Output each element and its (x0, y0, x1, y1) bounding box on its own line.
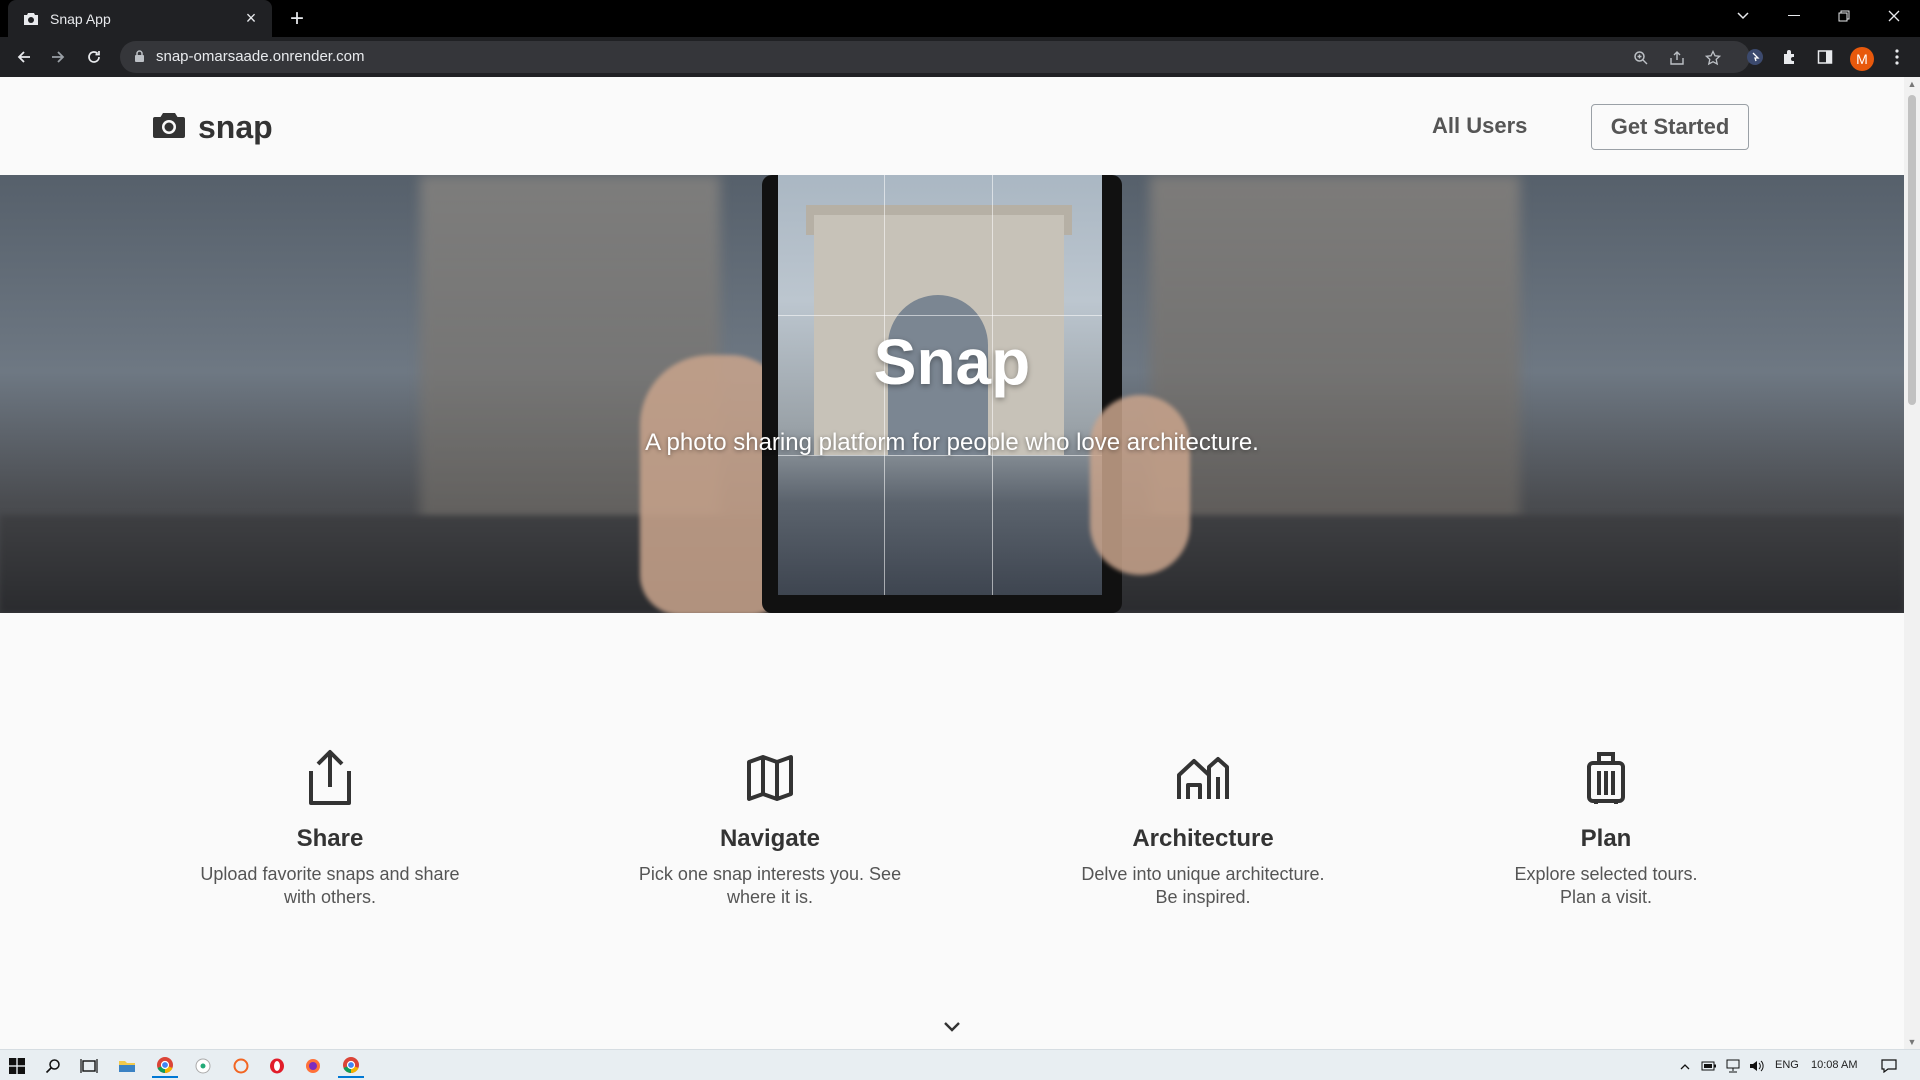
camera-icon (152, 111, 186, 144)
opera-icon[interactable] (264, 1054, 290, 1078)
share-icon (150, 747, 510, 809)
feature-description: Delve into unique architecture. Be inspi… (1081, 864, 1325, 907)
volume-icon[interactable] (1744, 1054, 1770, 1078)
brave-icon[interactable] (228, 1054, 254, 1078)
chrome-taskbar-icon[interactable] (152, 1054, 178, 1078)
lock-icon[interactable] (134, 50, 145, 68)
chrome-profile-taskbar-icon[interactable] (338, 1054, 364, 1078)
scroll-down-chevron-icon[interactable] (940, 1017, 964, 1037)
browser-tab[interactable]: Snap App × (8, 0, 272, 37)
language-indicator[interactable]: ENG (1775, 1059, 1799, 1071)
get-started-button[interactable]: Get Started (1591, 104, 1749, 150)
logo-text: snap (198, 109, 273, 145)
tab-title: Snap App (50, 10, 111, 27)
scrollbar-thumb[interactable] (1908, 95, 1916, 405)
close-window-button[interactable] (1872, 0, 1916, 32)
address-bar[interactable]: snap-omarsaade.onrender.com (120, 41, 1750, 73)
hero-title: Snap (873, 326, 1031, 398)
hero-subtitle: A photo sharing platform for people who … (645, 429, 1259, 456)
extension-icon[interactable] (1744, 46, 1766, 68)
camera-favicon-icon (22, 10, 40, 28)
buildings-icon (1023, 747, 1383, 809)
tab-close-icon[interactable]: × (240, 8, 262, 30)
firefox-icon[interactable] (300, 1054, 326, 1078)
page-scrollbar[interactable]: ▲ ▼ (1904, 77, 1920, 1049)
site-logo[interactable]: snap (152, 109, 273, 146)
browser-tab-strip: Snap App × + (0, 0, 1920, 37)
windows-start-icon[interactable] (4, 1054, 30, 1078)
reload-button[interactable] (80, 43, 108, 71)
suitcase-icon (1426, 747, 1786, 809)
tab-search-icon[interactable] (1721, 0, 1765, 32)
side-panel-icon[interactable] (1814, 46, 1836, 68)
feature-description: Explore selected tours. Plan a visit. (1514, 864, 1698, 907)
feature-architecture: Architecture Delve into unique architect… (1023, 747, 1383, 909)
feature-navigate: Navigate Pick one snap interests you. Se… (590, 747, 950, 909)
clock[interactable]: 10:08 AM (1811, 1059, 1857, 1071)
scroll-up-arrow[interactable]: ▲ (1908, 79, 1917, 89)
feature-description: Pick one snap interests you. See where i… (638, 864, 902, 907)
scroll-down-arrow[interactable]: ▼ (1908, 1037, 1917, 1047)
feature-description: Upload favorite snaps and share with oth… (200, 864, 460, 907)
restore-button[interactable] (1822, 0, 1866, 32)
file-explorer-icon[interactable] (114, 1054, 140, 1078)
hero-banner: Snap A photo sharing platform for people… (0, 175, 1904, 613)
feature-plan: Plan Explore selected tours. Plan a visi… (1426, 747, 1786, 909)
profile-avatar[interactable]: M (1850, 47, 1874, 71)
site-header: snap All Users Get Started (0, 77, 1904, 175)
task-view-icon[interactable] (76, 1054, 102, 1078)
battery-icon[interactable] (1696, 1054, 1722, 1078)
extensions-puzzle-icon[interactable] (1779, 46, 1801, 68)
map-icon (590, 747, 950, 809)
zoom-icon[interactable] (1630, 47, 1652, 69)
forward-button[interactable] (44, 43, 72, 71)
page-viewport: snap All Users Get Started Snap A photo … (0, 77, 1904, 1049)
bookmark-star-icon[interactable] (1702, 47, 1724, 69)
windows-taskbar: ENG 10:08 AM (0, 1049, 1920, 1080)
feature-title: Architecture (1132, 825, 1274, 852)
share-page-icon[interactable] (1666, 47, 1688, 69)
feature-share: Share Upload favorite snaps and share wi… (150, 747, 510, 909)
feature-title: Navigate (719, 825, 821, 852)
show-hidden-icons-chevron-icon[interactable] (1672, 1054, 1698, 1078)
all-users-link[interactable]: All Users (1432, 113, 1527, 139)
browser-toolbar: snap-omarsaade.onrender.com M (0, 37, 1920, 77)
new-tab-button[interactable]: + (284, 5, 310, 32)
url-text[interactable]: snap-omarsaade.onrender.com (156, 48, 364, 65)
menu-kebab-icon[interactable] (1886, 46, 1908, 68)
network-icon[interactable] (1720, 1054, 1746, 1078)
minimize-button[interactable] (1772, 0, 1816, 32)
feature-title: Plan (1580, 825, 1632, 852)
feature-title: Share (296, 825, 364, 852)
search-icon[interactable] (40, 1054, 66, 1078)
notifications-icon[interactable] (1876, 1054, 1902, 1078)
back-button[interactable] (10, 43, 38, 71)
app-icon[interactable] (190, 1054, 216, 1078)
